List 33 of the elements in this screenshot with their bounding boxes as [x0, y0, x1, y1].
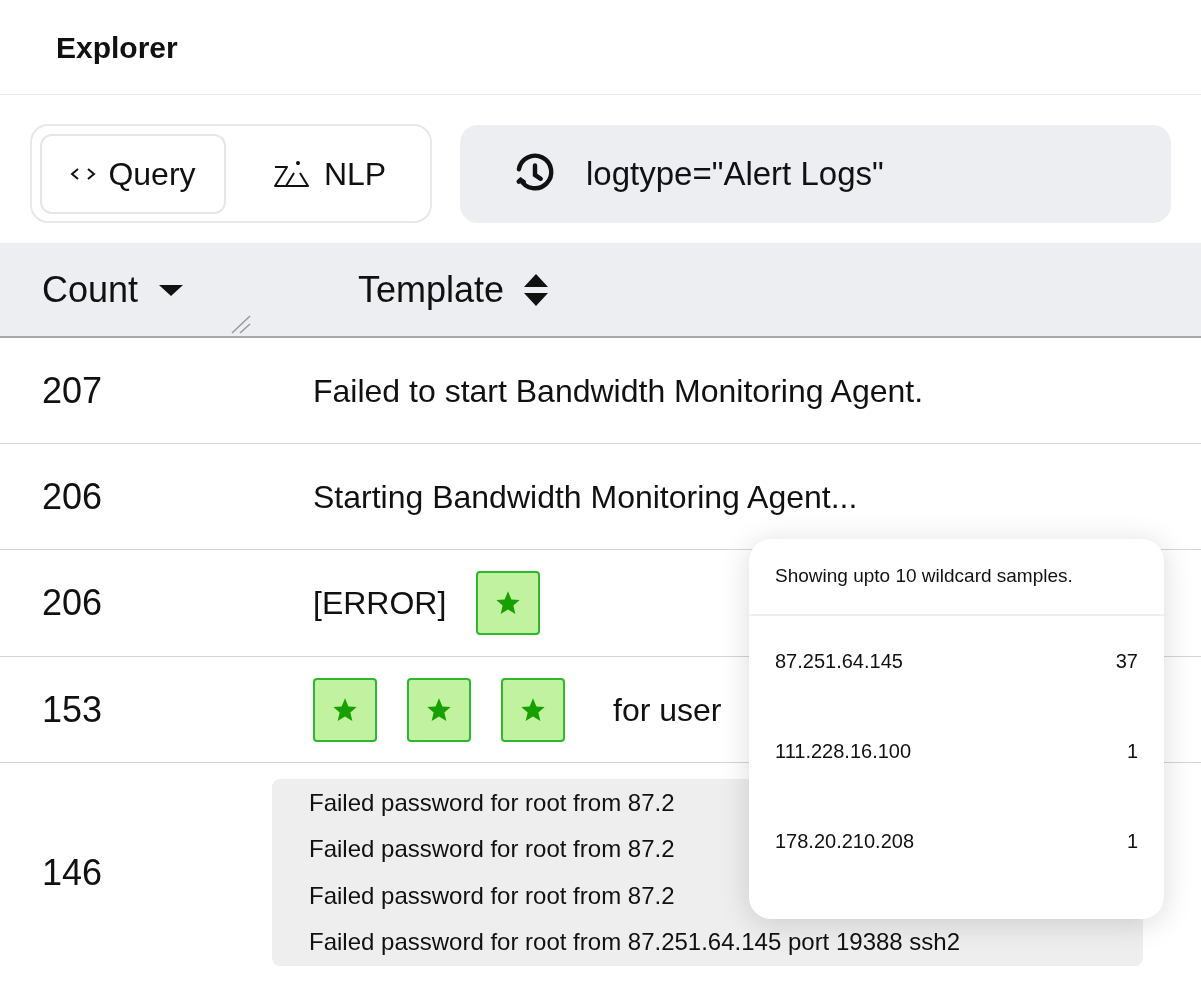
count-cell-text: 207 [41, 368, 104, 413]
template-text: [ERROR] [313, 584, 447, 623]
wildcard-badge[interactable] [501, 677, 565, 742]
sample-count: 1 [1126, 829, 1138, 854]
sample-count: 1 [1126, 739, 1138, 764]
sample-line: Failed password for root from 87.2 [309, 880, 675, 911]
page-title: Explorer [56, 29, 178, 66]
count-cell-text: 206 [41, 581, 104, 625]
wildcard-badge[interactable] [476, 571, 541, 635]
column-header[interactable]: Count [42, 262, 139, 317]
sample-line: Failed password for root from 87.2 [309, 834, 675, 865]
template-text: Failed to start Bandwidth Monitoring Agent. [313, 371, 924, 411]
sample-value: 87.251.64.145 [775, 649, 903, 674]
sample-count: 37 [1115, 649, 1138, 674]
count-cell-text: 206 [41, 474, 104, 519]
sample-line: Failed password for root from 87.2 [309, 788, 675, 818]
count-cell-text: 146 [41, 850, 104, 895]
sample-line: Failed password for root from 87.251.64.145 port 19388 ssh2 [309, 927, 961, 957]
sample-value: 178.20.210.208 [775, 829, 915, 854]
mode-tab[interactable]: Query [40, 133, 226, 214]
sparkle-text-icon [271, 158, 312, 189]
count-cell-text: 153 [41, 687, 104, 732]
popup-header: Showing upto 10 wildcard samples. [775, 564, 1073, 589]
wildcard-badge[interactable] [313, 677, 377, 742]
template-text: Starting Bandwidth Monitoring Agent... [313, 477, 858, 517]
mode-tab[interactable]: NLP [236, 133, 422, 214]
query-text: logtype="Alert Logs" [586, 153, 884, 194]
wildcard-badge[interactable] [407, 677, 471, 742]
template-text: for user [613, 690, 722, 730]
column-header[interactable]: Template [358, 262, 505, 317]
code-icon [70, 166, 97, 181]
sample-value: 111.228.16.100 [775, 739, 912, 764]
query-field[interactable]: logtype="Alert Logs" [460, 124, 1171, 223]
